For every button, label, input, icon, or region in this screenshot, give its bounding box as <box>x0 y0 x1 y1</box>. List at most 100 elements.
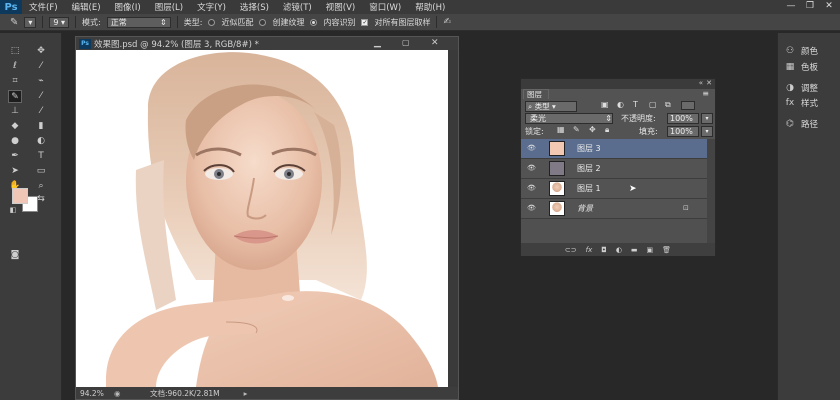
menu-edit[interactable]: 编辑(E) <box>65 1 108 13</box>
tool-preset-picker[interactable]: ▾ <box>24 16 37 28</box>
tab-layers[interactable]: 图层 <box>523 89 549 99</box>
document-tab[interactable]: Ps 效果图.psd @ 94.2% (图层 3, RGB/8#) * ▁ ▢ … <box>76 37 458 50</box>
crop-tool-icon[interactable]: ⌗ <box>8 75 22 88</box>
quick-mask-icon[interactable]: ◙ <box>8 249 22 262</box>
dock-item-adjustments[interactable]: ◑ 调整 <box>784 81 840 95</box>
history-brush-tool-icon[interactable]: ⁄ <box>34 105 48 118</box>
rectangle-tool-icon[interactable]: ▭ <box>34 165 48 178</box>
new-layer-icon[interactable]: ▣ <box>647 246 654 254</box>
photoshop-window: Ps 文件(F) 编辑(E) 图像(I) 图层(L) 文字(Y) 选择(S) 滤… <box>0 0 840 400</box>
menu-image[interactable]: 图像(I) <box>108 1 148 13</box>
close-button[interactable]: ✕ <box>822 0 836 13</box>
filter-smart-object-icon[interactable]: ⧉ <box>665 100 671 110</box>
minimize-button[interactable]: — <box>784 0 798 13</box>
blend-mode-select[interactable]: 柔光 ⇕ <box>525 113 613 124</box>
image-canvas[interactable] <box>76 50 448 387</box>
spot-healing-brush-icon[interactable]: ✎ <box>10 17 18 28</box>
fx-icon[interactable]: fx <box>586 246 593 254</box>
dodge-tool-icon[interactable]: ◐ <box>34 135 48 148</box>
menu-help[interactable]: 帮助(H) <box>408 1 452 13</box>
panel-header[interactable]: « ✕ <box>521 79 715 89</box>
menu-file[interactable]: 文件(F) <box>22 1 65 13</box>
menu-filter[interactable]: 滤镜(T) <box>276 1 319 13</box>
type-texture-radio[interactable] <box>259 18 267 26</box>
eyedropper-tool-icon[interactable]: ⌁ <box>34 75 48 88</box>
zoom-level[interactable]: 94.2% <box>80 389 114 398</box>
lasso-tool-icon[interactable]: ℓ <box>8 60 22 73</box>
blur-tool-icon[interactable]: ● <box>8 135 22 148</box>
lock-position-icon[interactable]: ✥ <box>589 125 596 134</box>
collapse-panel-icon[interactable]: « <box>699 79 703 87</box>
lock-label: 锁定: <box>525 127 544 136</box>
lock-transparent-icon[interactable]: ▦ <box>557 125 565 134</box>
adjustment-icon[interactable]: ◐ <box>616 246 622 254</box>
link-icon[interactable]: ⊂⊃ <box>565 246 577 254</box>
visibility-eye-icon[interactable]: 👁︎ <box>527 164 537 173</box>
filter-toggle[interactable] <box>681 101 695 110</box>
filter-adjustment-icon[interactable]: ◐ <box>617 100 624 109</box>
doc-minimize-button[interactable]: ▁ <box>374 38 381 48</box>
type-content-aware-radio[interactable] <box>310 18 318 26</box>
opacity-input[interactable]: 100% <box>667 113 699 124</box>
type-proximity-radio[interactable] <box>208 18 216 26</box>
clone-stamp-tool-icon[interactable]: ⊥ <box>8 105 22 118</box>
filter-type-icon[interactable]: T <box>633 100 638 109</box>
pen-tool-icon[interactable]: ✒ <box>8 150 22 163</box>
eraser-tool-icon[interactable]: ◆ <box>8 120 22 133</box>
menu-view[interactable]: 视图(V) <box>319 1 362 13</box>
path-select-tool-icon[interactable]: ➤ <box>8 165 22 178</box>
spot-healing-tool-icon[interactable]: ✎ <box>8 90 22 103</box>
status-arrow-icon[interactable]: ▸ <box>244 389 248 398</box>
menu-select[interactable]: 选择(S) <box>233 1 276 13</box>
foreground-color-swatch[interactable] <box>12 188 28 204</box>
mode-select[interactable]: 正常 ⇕ <box>106 16 171 28</box>
mask-icon[interactable]: ◘ <box>601 246 607 254</box>
doc-close-button[interactable]: ✕ <box>431 38 439 48</box>
doc-restore-button[interactable]: ▢ <box>402 38 410 47</box>
quick-select-tool-icon[interactable]: ⁄ <box>34 60 48 73</box>
filter-pixel-icon[interactable]: ▣ <box>601 100 609 109</box>
group-icon[interactable]: ▬ <box>631 246 638 254</box>
marquee-tool-icon[interactable]: ⬚ <box>8 45 22 58</box>
dock-item-styles[interactable]: fx 样式 <box>784 96 840 110</box>
visibility-eye-icon[interactable]: 👁︎ <box>527 144 537 153</box>
layer-row-2[interactable]: 👁︎ 图层 2 <box>521 159 707 179</box>
visibility-eye-icon[interactable]: 👁︎ <box>527 204 537 213</box>
dock-item-paths[interactable]: ⌬ 路径 <box>784 117 840 131</box>
dock-item-swatches[interactable]: ▦ 色板 <box>784 60 840 74</box>
layer-name: 图层 2 <box>577 164 601 173</box>
gradient-tool-icon[interactable]: ▮ <box>34 120 48 133</box>
layers-scrollbar[interactable] <box>707 139 715 243</box>
filter-shape-icon[interactable]: ▢ <box>649 100 657 109</box>
vertical-scrollbar[interactable] <box>448 50 458 387</box>
panel-menu-icon[interactable]: ≡ <box>702 89 709 98</box>
sample-all-layers-checkbox[interactable]: ✓ <box>361 18 369 26</box>
fill-dropdown-icon[interactable]: ▾ <box>701 126 713 137</box>
zoom-tool-icon[interactable]: ⌕ <box>34 180 48 193</box>
lock-all-icon[interactable]: 🔒︎ <box>605 125 609 135</box>
layer-row-1[interactable]: 👁︎ 图层 1 ➤ <box>521 179 707 199</box>
opacity-dropdown-icon[interactable]: ▾ <box>701 113 713 124</box>
dock-label: 样式 <box>801 99 819 109</box>
fill-input[interactable]: 100% <box>667 126 699 137</box>
menu-type[interactable]: 文字(Y) <box>190 1 233 13</box>
brush-tool-icon[interactable]: ⁄ <box>34 90 48 103</box>
lock-image-icon[interactable]: ✎ <box>573 125 580 134</box>
type-tool-icon[interactable]: T <box>34 150 48 163</box>
trash-icon[interactable]: 🗑︎ <box>662 246 671 254</box>
restore-button[interactable]: ❐ <box>803 0 817 13</box>
layer-row-3[interactable]: 👁︎ 图层 3 <box>521 139 707 159</box>
brush-size-picker[interactable]: 9 ▾ <box>49 16 70 28</box>
status-menu-icon[interactable]: ◉ <box>114 389 124 398</box>
visibility-eye-icon[interactable]: 👁︎ <box>527 184 537 193</box>
filter-type-select[interactable]: ⌕ 类型 ▾ <box>525 101 577 112</box>
menu-layer[interactable]: 图层(L) <box>148 1 190 13</box>
close-panel-icon[interactable]: ✕ <box>706 79 712 87</box>
default-colors-icon[interactable]: ◧ <box>6 204 20 217</box>
layer-row-background[interactable]: 👁︎ 背景 ⊡ <box>521 199 707 219</box>
type-proximity-label: 近似匹配 <box>221 17 254 27</box>
dock-item-color[interactable]: ⚇ 颜色 <box>784 44 840 58</box>
pressure-size-icon[interactable]: ✍ <box>443 17 451 27</box>
menu-window[interactable]: 窗口(W) <box>362 1 408 13</box>
move-tool-icon[interactable]: ✥ <box>34 45 48 58</box>
